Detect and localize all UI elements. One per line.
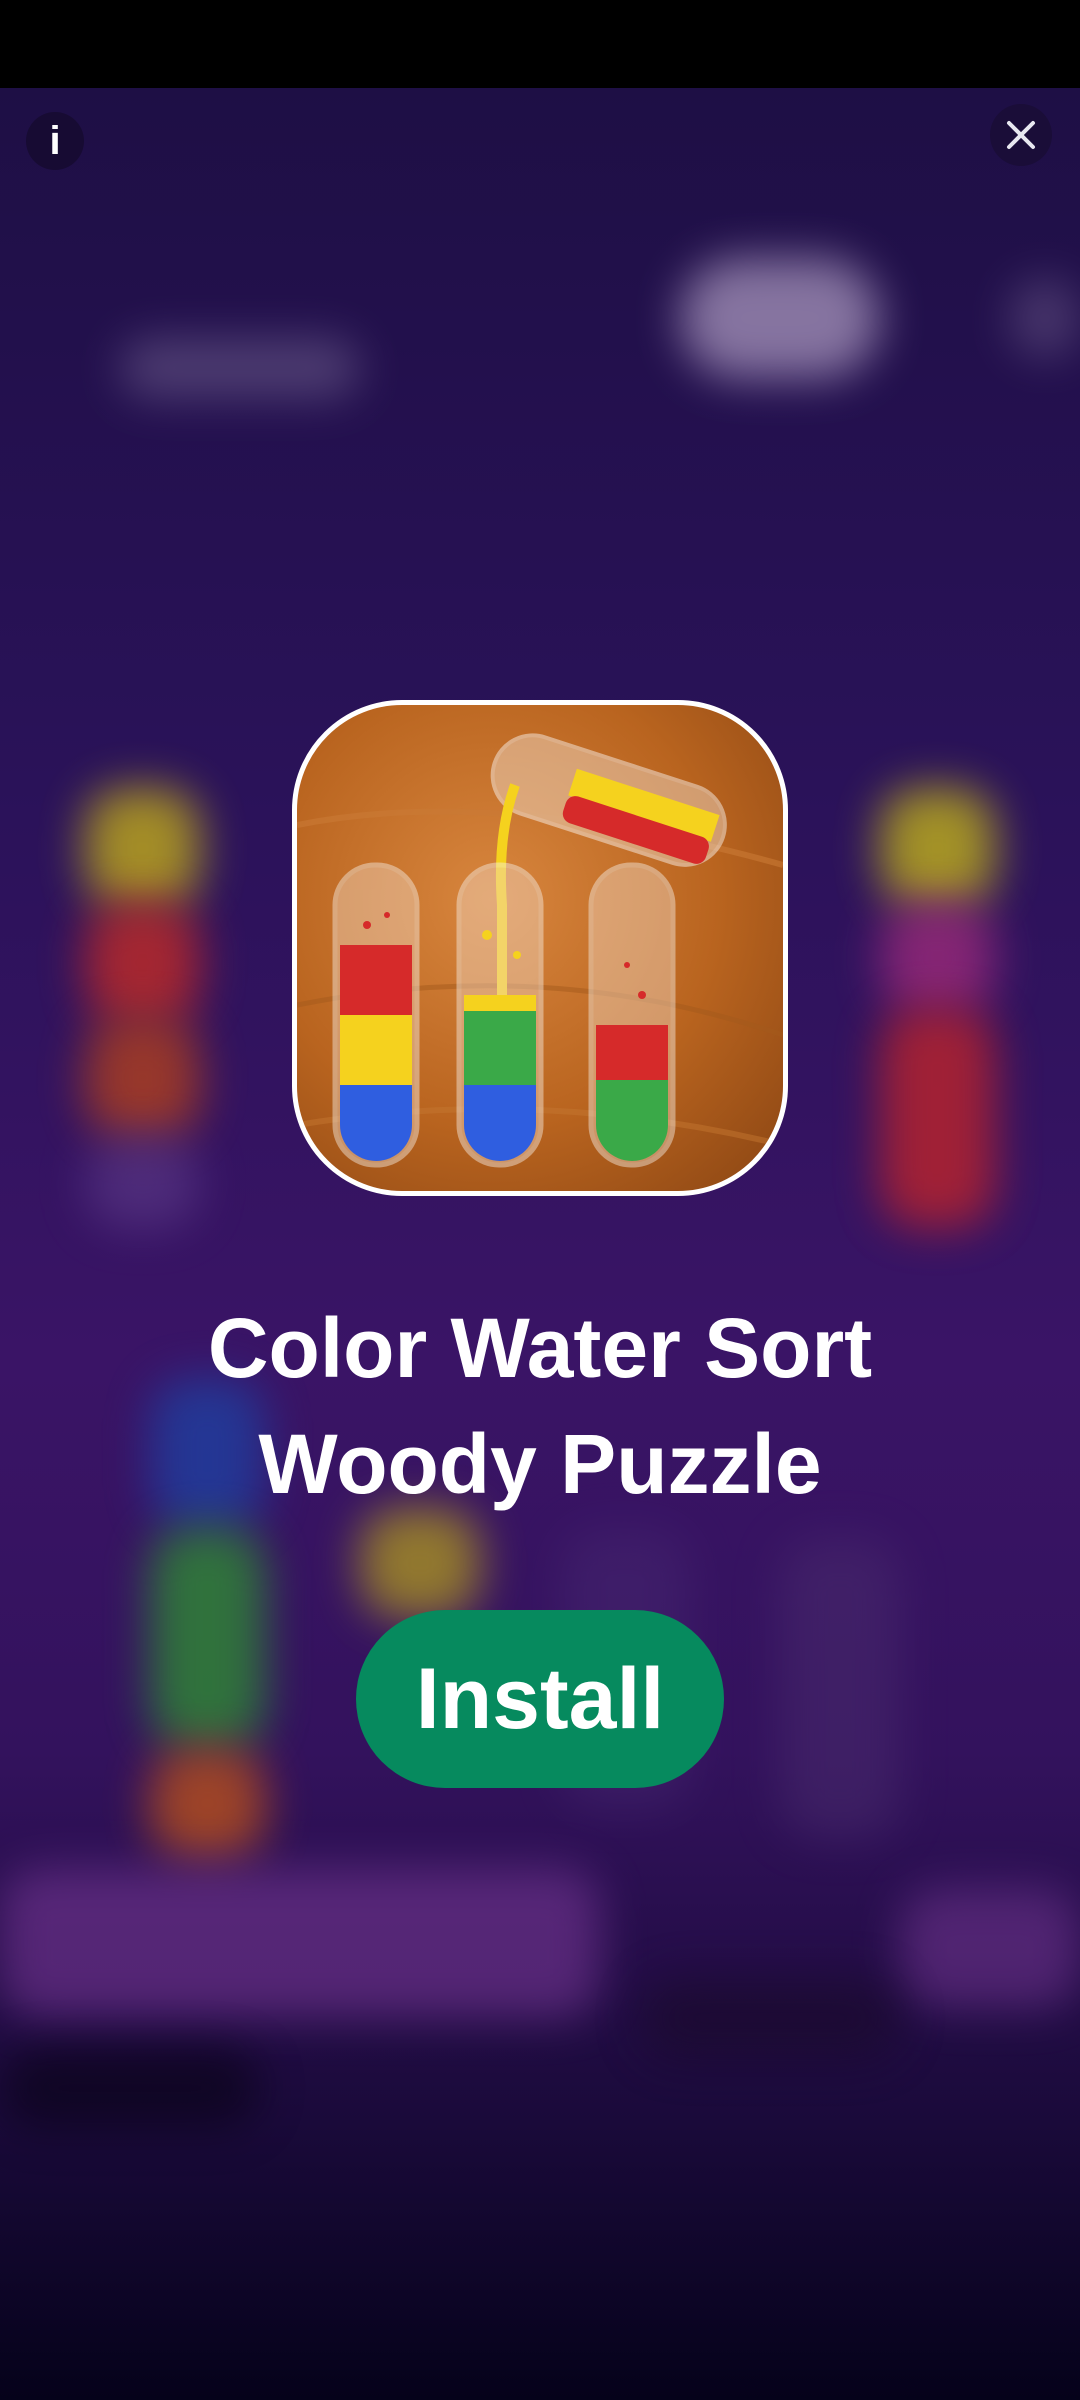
close-icon — [1007, 121, 1035, 149]
app-title-line-1: Color Water Sort — [207, 1301, 873, 1395]
close-button[interactable] — [990, 104, 1052, 166]
blurred-game-background — [0, 88, 1080, 2400]
app-icon[interactable] — [292, 700, 788, 1196]
status-bar — [0, 0, 1080, 88]
app-title-line-2: Woody Puzzle — [258, 1417, 822, 1511]
ad-screen: i Color Water Sort Woody Puzzle Install — [0, 0, 1080, 2400]
install-button[interactable]: Install — [356, 1610, 724, 1788]
water-sort-tubes-icon — [297, 733, 783, 1168]
ad-info-button[interactable]: i — [26, 112, 84, 170]
app-title: Color Water Sort Woody Puzzle — [0, 1290, 1080, 1522]
